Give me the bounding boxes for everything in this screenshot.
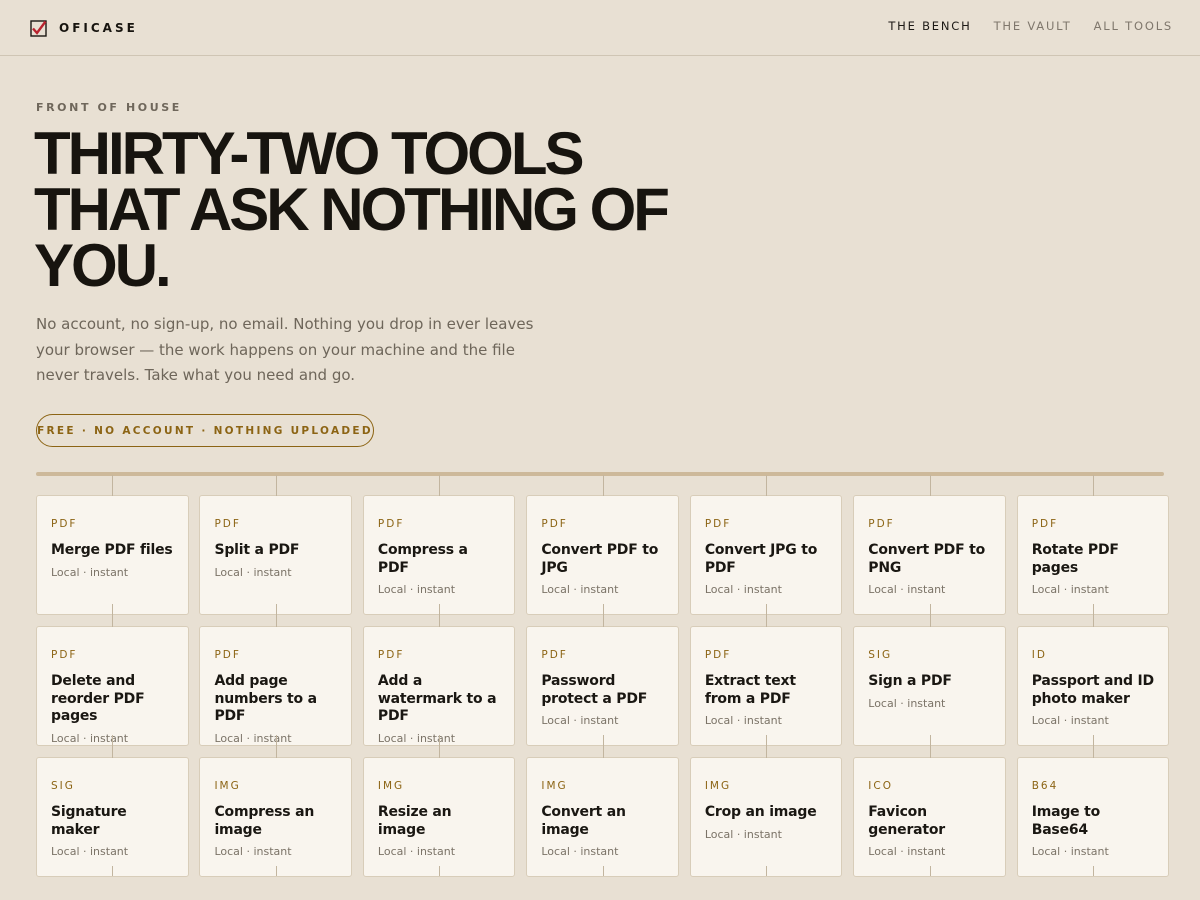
hero-description: No account, no sign-up, no email. Nothin… bbox=[36, 315, 534, 384]
privacy-badge: FREE · NO ACCOUNT · NOTHING UPLOADED bbox=[36, 414, 374, 447]
tool-card[interactable]: ICO Favicon generator Local · instant bbox=[853, 737, 1006, 877]
tool-category-tag: PDF bbox=[541, 518, 568, 530]
tool-title: Delete and reorder PDF pages bbox=[51, 673, 145, 724]
nav-all-tools[interactable]: ALL TOOLS bbox=[1094, 19, 1173, 33]
tool-meta: Local · instant bbox=[214, 845, 292, 858]
tool-card[interactable]: PDF Add page numbers to a PDF Local · inst… bbox=[199, 606, 353, 746]
tool-card[interactable]: PDF Convert JPG to PDF Local · instant bbox=[689, 475, 843, 615]
tool-category-tag: IMG bbox=[377, 780, 405, 792]
page-title: THIRTY-TWO TOOLS THAT ASK NOTHING OF YOU… bbox=[34, 120, 670, 299]
tool-meta: Local · instant bbox=[377, 583, 456, 596]
tool-title: Compress a PDF bbox=[377, 542, 468, 576]
tool-meta: Local · instant bbox=[377, 845, 456, 858]
tool-card[interactable]: SIG Sign a PDF Local · instant bbox=[853, 606, 1006, 746]
tool-category-tag: PDF bbox=[377, 649, 405, 661]
tool-card[interactable]: PDF Convert PDF to JPG Local · instant bbox=[526, 475, 679, 615]
tool-meta: Local · instant bbox=[541, 583, 619, 596]
tool-card[interactable]: IMG Crop an image Local · instant bbox=[689, 737, 843, 877]
tool-meta: Local · instant bbox=[1031, 714, 1109, 727]
tool-meta: Local · instant bbox=[704, 827, 782, 841]
hero-eyebrow: FRONT OF HOUSE bbox=[36, 101, 182, 114]
brand[interactable]: OFICASE bbox=[30, 18, 138, 38]
tool-category-tag: PDF bbox=[541, 649, 568, 661]
tool-category-tag: PDF bbox=[214, 649, 241, 661]
tool-meta: Local · instant bbox=[51, 845, 129, 858]
tool-card[interactable]: PDF Delete and reorder PDF pages Local · i… bbox=[36, 606, 189, 746]
top-bar: OFICASE THE BENCH THE VAULT ALL TOOLS bbox=[0, 0, 1200, 56]
tool-grid: PDF Merge PDF files Local · instant PDF Spli… bbox=[36, 475, 1170, 877]
tool-title: Convert JPG to PDF bbox=[704, 542, 818, 576]
tool-meta: Local · instant bbox=[51, 565, 129, 579]
tool-title: Merge PDF files bbox=[51, 542, 173, 558]
tool-category-tag: PDF bbox=[704, 518, 732, 530]
tool-card[interactable]: IMG Compress an image Local · instant bbox=[199, 737, 353, 877]
tool-card[interactable]: PDF Add a watermark to a PDF Local · insta… bbox=[362, 606, 516, 746]
tool-category-tag: PDF bbox=[214, 518, 241, 530]
brand-name: OFICASE bbox=[59, 21, 138, 35]
tool-title: Split a PDF bbox=[214, 542, 300, 558]
tool-title: Signature maker bbox=[51, 804, 127, 838]
tool-card[interactable]: SIG Signature maker Local · instant bbox=[36, 737, 189, 877]
tool-meta: Local · instant bbox=[704, 583, 782, 596]
tool-card[interactable]: ID Passport and ID photo maker Local · ins… bbox=[1016, 606, 1170, 746]
tool-rail bbox=[36, 472, 1164, 476]
tool-meta: Local · instant bbox=[1031, 583, 1109, 596]
tool-meta: Local · instant bbox=[868, 696, 946, 710]
tool-card[interactable]: IMG Resize an image Local · instant bbox=[362, 737, 516, 877]
tool-category-tag: ID bbox=[1031, 649, 1047, 661]
tool-card[interactable]: IMG Convert an image Local · instant bbox=[526, 737, 679, 877]
tool-title: Convert PDF to JPG bbox=[541, 542, 659, 576]
tool-category-tag: PDF bbox=[51, 518, 78, 530]
tool-category-tag: SIG bbox=[868, 649, 893, 661]
tool-card[interactable]: PDF Convert PDF to PNG Local · instant bbox=[853, 475, 1006, 615]
main-nav: THE BENCH THE VAULT ALL TOOLS bbox=[888, 19, 1173, 33]
tool-category-tag: PDF bbox=[51, 649, 78, 661]
checkmark-logo-icon bbox=[30, 19, 47, 37]
tool-category-tag: IMG bbox=[541, 780, 568, 792]
tool-category-tag: PDF bbox=[377, 518, 405, 530]
tool-meta: Local · instant bbox=[1031, 845, 1109, 858]
tool-title: Sign a PDF bbox=[868, 673, 952, 689]
tool-meta: Local · instant bbox=[541, 714, 619, 727]
tool-title: Password protect a PDF bbox=[541, 673, 648, 707]
tool-title: Image to Base64 bbox=[1031, 804, 1101, 838]
tool-category-tag: IMG bbox=[704, 780, 732, 792]
tool-title: Resize an image bbox=[377, 804, 452, 838]
tool-card[interactable]: PDF Merge PDF files Local · instant bbox=[36, 475, 189, 615]
tool-category-tag: B64 bbox=[1031, 780, 1059, 792]
tool-category-tag: SIG bbox=[51, 780, 75, 792]
tool-card[interactable]: PDF Compress a PDF Local · instant bbox=[362, 475, 516, 615]
nav-the-vault[interactable]: THE VAULT bbox=[994, 19, 1072, 33]
tool-card[interactable]: PDF Split a PDF Local · instant bbox=[199, 475, 353, 615]
tool-meta: Local · instant bbox=[541, 845, 619, 858]
tool-title: Extract text from a PDF bbox=[704, 673, 796, 707]
tool-category-tag: PDF bbox=[1031, 518, 1059, 530]
tool-title: Compress an image bbox=[214, 804, 315, 838]
tool-meta: Local · instant bbox=[868, 845, 946, 858]
tool-meta: Local · instant bbox=[214, 565, 292, 579]
tool-title: Add page numbers to a PDF bbox=[214, 673, 317, 724]
tool-card[interactable]: B64 Image to Base64 Local · instant bbox=[1016, 737, 1170, 877]
tool-category-tag: IMG bbox=[214, 780, 241, 792]
tool-card[interactable]: PDF Rotate PDF pages Local · instant bbox=[1016, 475, 1170, 615]
tool-card[interactable]: PDF Password protect a PDF Local · instant bbox=[526, 606, 679, 746]
tool-meta: Local · instant bbox=[704, 714, 782, 727]
tool-title: Convert PDF to PNG bbox=[868, 542, 986, 576]
tool-title: Convert an image bbox=[541, 804, 626, 838]
tool-card[interactable]: PDF Extract text from a PDF Local · instan… bbox=[689, 606, 843, 746]
tool-title: Passport and ID photo maker bbox=[1031, 673, 1154, 707]
tool-title: Rotate PDF pages bbox=[1031, 542, 1119, 576]
tool-title: Crop an image bbox=[704, 804, 817, 820]
tool-title: Add a watermark to a PDF bbox=[377, 673, 497, 724]
tool-title: Favicon generator bbox=[868, 804, 946, 838]
tool-meta: Local · instant bbox=[868, 583, 946, 596]
nav-the-bench[interactable]: THE BENCH bbox=[888, 19, 971, 33]
tool-category-tag: ICO bbox=[868, 780, 893, 792]
tool-category-tag: PDF bbox=[704, 649, 732, 661]
tool-category-tag: PDF bbox=[868, 518, 895, 530]
